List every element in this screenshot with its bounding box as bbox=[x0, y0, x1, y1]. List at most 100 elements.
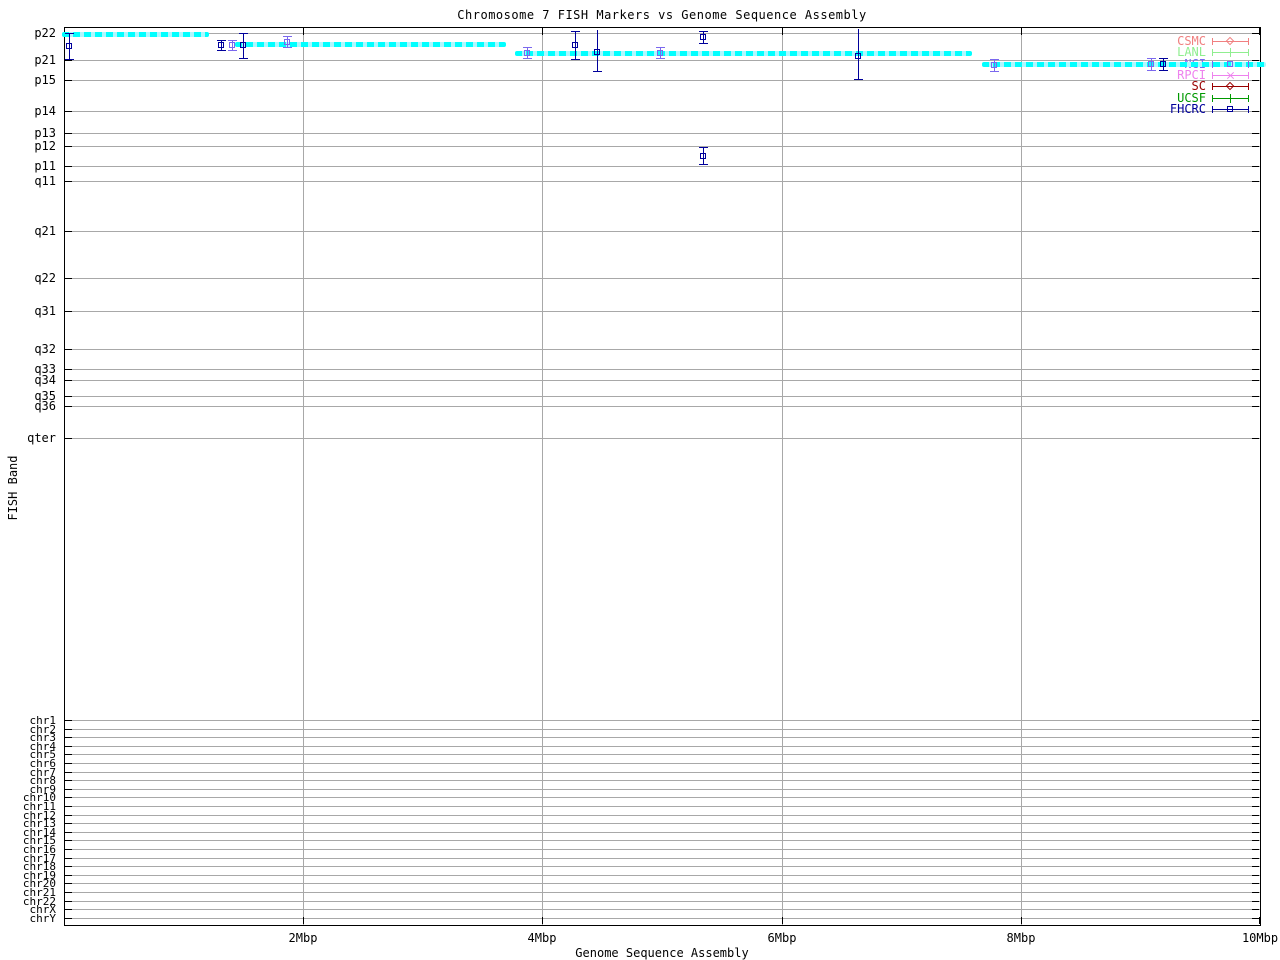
x-axis-tick bbox=[542, 917, 543, 924]
marker-square bbox=[700, 34, 706, 40]
y-axis-tick-right bbox=[1252, 909, 1259, 910]
data-point-fhcrc-cap bbox=[239, 58, 248, 59]
y-axis-tick-right bbox=[1252, 832, 1259, 833]
marker-square bbox=[218, 42, 224, 48]
marker-square bbox=[657, 50, 663, 56]
y-axis-tick bbox=[65, 789, 72, 790]
y-axis-tick-right bbox=[1252, 278, 1259, 279]
data-point-fhcrc-cap bbox=[1159, 70, 1168, 71]
y-axis-tick-right bbox=[1252, 875, 1259, 876]
y-axis-tick-right bbox=[1252, 763, 1259, 764]
y-tick-label: p14 bbox=[34, 104, 56, 118]
x-axis-tick bbox=[782, 917, 783, 924]
y-axis-tick bbox=[65, 797, 72, 798]
legend-sample-cap bbox=[1248, 61, 1249, 68]
data-point-fhcrc-cap bbox=[217, 50, 226, 51]
marker-square bbox=[240, 42, 246, 48]
legend-sample-cap bbox=[1248, 49, 1249, 56]
data-point-nci-cap bbox=[283, 36, 292, 37]
data-point-nci-cap bbox=[990, 59, 999, 60]
x-tick-label: 4Mbp bbox=[527, 931, 557, 945]
x-axis-tick bbox=[303, 917, 304, 924]
marker-square bbox=[594, 49, 600, 55]
y-axis-tick-right bbox=[1252, 349, 1259, 350]
legend-item-fhcrc: FHCRC bbox=[1169, 102, 1206, 116]
x-axis-label: Genome Sequence Assembly bbox=[575, 946, 749, 960]
y-axis-tick-right bbox=[1252, 858, 1259, 859]
data-point-fhcrc-cap bbox=[699, 164, 708, 165]
marker-square bbox=[991, 62, 997, 68]
marker-square bbox=[572, 42, 578, 48]
y-axis-tick bbox=[65, 823, 72, 824]
fish-markers-chart: Chromosome 7 FISH Markers vs Genome Sequ… bbox=[0, 0, 1280, 960]
y-axis-tick-right bbox=[1252, 438, 1259, 439]
y-axis-tick-right bbox=[1252, 729, 1259, 730]
legend-sample-cap bbox=[1212, 49, 1213, 56]
y-axis-tick bbox=[65, 832, 72, 833]
data-point-nci-cap bbox=[228, 40, 237, 41]
assembly-segment bbox=[515, 50, 973, 56]
marker-square bbox=[1227, 106, 1233, 112]
data-point-fhcrc-cap bbox=[593, 71, 602, 72]
marker-plus bbox=[1230, 48, 1231, 57]
marker-square bbox=[229, 42, 235, 48]
y-tick-label: qter bbox=[27, 431, 56, 445]
y-tick-label: p22 bbox=[34, 26, 56, 40]
marker-square bbox=[1160, 61, 1166, 67]
y-axis-tick bbox=[65, 840, 72, 841]
data-point-fhcrc-cap bbox=[699, 43, 708, 44]
y-axis-label: FISH Band bbox=[6, 455, 20, 521]
y-axis-tick bbox=[65, 349, 72, 350]
y-axis-tick bbox=[65, 60, 72, 61]
y-axis-tick bbox=[65, 763, 72, 764]
data-point-fhcrc-cap bbox=[854, 79, 863, 80]
y-axis-tick bbox=[65, 181, 72, 182]
y-axis-tick bbox=[65, 849, 72, 850]
y-tick-label: q34 bbox=[34, 373, 56, 387]
y-axis-tick-right bbox=[1252, 780, 1259, 781]
data-point-fhcrc-cap bbox=[571, 31, 580, 32]
y-axis-tick-right bbox=[1252, 396, 1259, 397]
y-axis-tick-right bbox=[1252, 166, 1259, 167]
y-axis-tick bbox=[65, 737, 72, 738]
legend-sample-cap bbox=[1212, 83, 1213, 90]
y-axis-tick bbox=[65, 146, 72, 147]
y-axis-tick-right bbox=[1252, 901, 1259, 902]
y-axis-tick bbox=[65, 909, 72, 910]
y-tick-label: p21 bbox=[34, 53, 56, 67]
y-axis-tick bbox=[65, 858, 72, 859]
x-tick-label: 10Mbp bbox=[1241, 931, 1279, 945]
y-axis-tick-right bbox=[1252, 181, 1259, 182]
x-axis-tick-top bbox=[1021, 28, 1022, 35]
assembly-segment bbox=[981, 62, 1267, 67]
assembly-segment bbox=[235, 42, 506, 47]
legend-sample-cap bbox=[1248, 106, 1249, 113]
chart-title: Chromosome 7 FISH Markers vs Genome Sequ… bbox=[457, 8, 867, 22]
data-point-nci-cap bbox=[1147, 70, 1156, 71]
data-point-fhcrc-cap bbox=[239, 33, 248, 34]
y-axis-tick-right bbox=[1252, 815, 1259, 816]
marker-square bbox=[66, 43, 72, 49]
data-point-nci-cap bbox=[990, 71, 999, 72]
y-axis-tick bbox=[65, 746, 72, 747]
y-tick-label: q22 bbox=[34, 271, 56, 285]
y-axis-tick-right bbox=[1252, 111, 1259, 112]
y-axis-tick-right bbox=[1252, 797, 1259, 798]
y-axis-tick-right bbox=[1252, 146, 1259, 147]
data-point-nci-cap bbox=[523, 58, 532, 59]
y-tick-label: p13 bbox=[34, 126, 56, 140]
y-tick-label: q21 bbox=[34, 224, 56, 238]
y-axis-tick-right bbox=[1252, 60, 1259, 61]
legend-sample-cap bbox=[1248, 72, 1249, 79]
y-axis-tick bbox=[65, 772, 72, 773]
assembly-segment bbox=[61, 31, 209, 37]
y-axis-tick-right bbox=[1252, 754, 1259, 755]
y-tick-label: q31 bbox=[34, 304, 56, 318]
x-tick-label: 2Mbp bbox=[288, 931, 318, 945]
y-axis-tick bbox=[65, 133, 72, 134]
y-axis-tick-right bbox=[1252, 231, 1259, 232]
y-axis-tick-right bbox=[1252, 918, 1259, 919]
y-tick-label: p15 bbox=[34, 73, 56, 87]
data-point-nci-cap bbox=[283, 47, 292, 48]
data-point-nci-cap bbox=[228, 50, 237, 51]
